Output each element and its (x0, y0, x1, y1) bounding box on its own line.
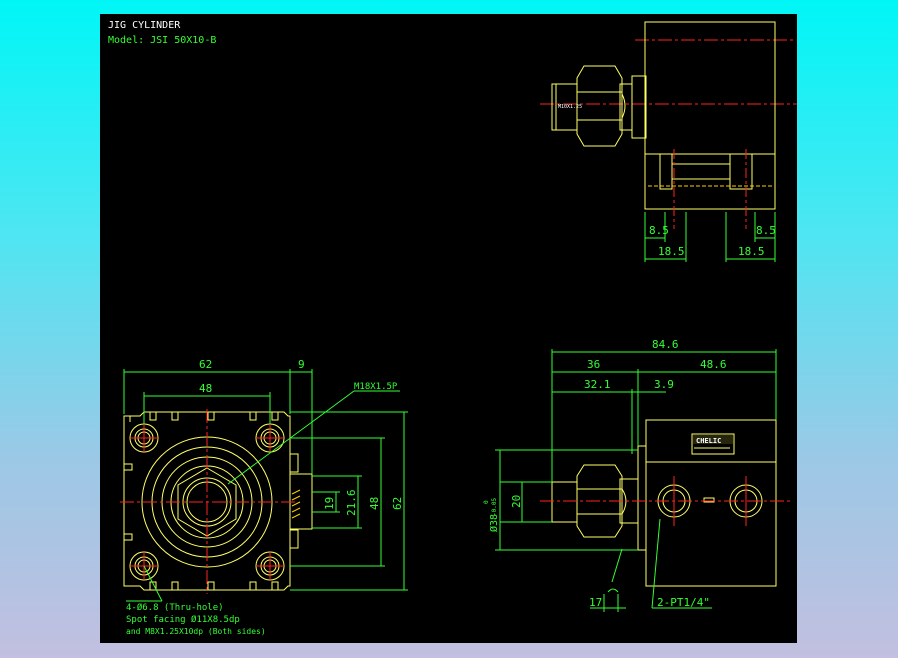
dim-side-tol-upper: 0 (483, 500, 490, 504)
hole-note-line-2: Spot facing Ø11X8.5dp (126, 614, 240, 625)
dim-side-3-9: 3.9 (654, 378, 674, 391)
port-callout: 2-PT1/4" (657, 596, 710, 609)
dim-side-left: 36 (587, 358, 600, 371)
drawing-sheet: JIG CYLINDER Model: JSI 50X10-B M10X1.25 (100, 14, 797, 643)
dim-front-21-6: 21.6 (345, 490, 358, 517)
dim-top-left-small: 8.5 (649, 224, 669, 237)
top-view: M10X1.25 8.5 18.5 8.5 18.5 (540, 21, 797, 262)
rod-thread-label: M10X1.25 (558, 104, 582, 110)
dim-side-32-1: 32.1 (584, 378, 611, 391)
dim-side-tol-lower: -0.05 (491, 498, 498, 516)
dim-front-width-side: 9 (298, 358, 305, 371)
dim-top-right-small: 8.5 (756, 224, 776, 237)
dim-top-right-big: 18.5 (738, 245, 765, 258)
front-view: 62 9 48 19 21.6 48 62 M18X1.5P 4-Ø6.8 (T… (120, 358, 408, 636)
dim-side-20: 20 (510, 495, 523, 508)
side-view: CHELIC 84.6 36 48.6 32.1 3.9 20 Ø38 0 -0… (483, 338, 790, 612)
dim-front-48: 48 (368, 497, 381, 510)
cad-drawing: JIG CYLINDER Model: JSI 50X10-B M10X1.25 (108, 20, 797, 636)
dim-side-right: 48.6 (700, 358, 727, 371)
model-label: Model: JSI 50X10-B (108, 35, 216, 46)
hole-note-line-1: 4-Ø6.8 (Thru-hole) (126, 602, 224, 613)
brand-label: CHELIC (696, 437, 721, 445)
dim-front-19: 19 (323, 497, 336, 510)
drawing-title: JIG CYLINDER (108, 20, 181, 31)
dim-front-width: 62 (199, 358, 212, 371)
thread-callout: M18X1.5P (354, 382, 398, 392)
dim-top-left-big: 18.5 (658, 245, 685, 258)
dim-side-total: 84.6 (652, 338, 679, 351)
hole-note-line-3: and M8X1.25X10dp (Both sides) (126, 627, 266, 636)
dim-front-hole-pitch: 48 (199, 382, 212, 395)
dim-front-62: 62 (391, 497, 404, 510)
dim-side-17: 17 (589, 596, 602, 609)
